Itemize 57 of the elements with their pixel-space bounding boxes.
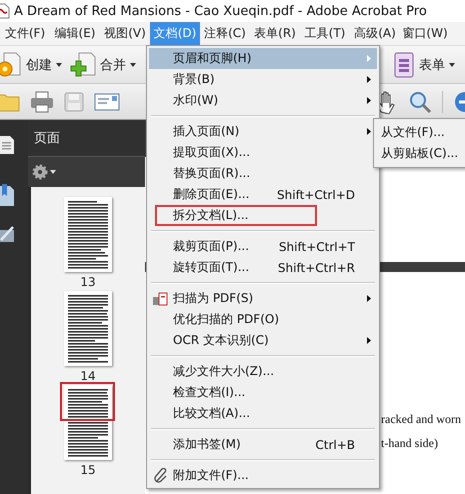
zoom-out-icon[interactable] [453,90,465,112]
menu-item[interactable]: OCR 文本识别(C) [149,330,377,351]
document-text: t-hand side) [381,436,438,451]
envelope-icon[interactable] [94,92,120,112]
menu-item[interactable]: 比较文档(A)... [149,403,377,424]
page-number: 14 [80,369,96,383]
menu-item[interactable]: 插入页面(N) [149,121,377,142]
page-thumbnail[interactable] [64,385,112,460]
caret-icon [130,62,136,66]
paperclip-icon [154,468,168,484]
menu-item[interactable]: 背景(B) [149,69,377,90]
caret-icon[interactable] [50,170,56,174]
menu-item[interactable]: 检查文档(I)... [149,382,377,403]
document-gear-icon [0,50,22,78]
zoom-icon[interactable] [408,90,432,114]
document-plus-icon [70,50,96,78]
menu-bar-item[interactable]: 窗口(W) [400,22,450,45]
toolbar-button[interactable]: 合并 [68,50,138,78]
page-thumbnail[interactable] [64,197,112,272]
menu-item[interactable]: 裁剪页面(P)... Shift+Ctrl+T [149,236,377,257]
page-thumbnail[interactable] [64,291,112,366]
signature-icon[interactable] [0,224,14,244]
menu-item[interactable]: 附加文件(F)... [149,465,377,486]
page-number: 13 [80,275,96,289]
toolbar-button[interactable]: 表单 [391,52,457,78]
bookmark-icon[interactable] [0,184,14,206]
menu-item[interactable]: 拆分文档(L)... [149,205,377,226]
menu-item[interactable]: 页眉和页脚(H) [149,48,377,69]
menu-item[interactable]: 提取页面(X)... [149,142,377,163]
menu-item[interactable]: 删除页面(E)... Shift+Ctrl+D [149,184,377,205]
menu-bar-item[interactable]: 视图(V) [100,22,150,45]
menu-bar-item[interactable]: 工具(T) [300,22,350,45]
gear-icon[interactable] [32,164,48,180]
document-text: racked and worn [381,412,461,427]
menu-item[interactable]: 添加书签(M) Ctrl+B [149,434,377,455]
window-title: A Dream of Red Mansions - Cao Xueqin.pdf - Adobe Acrobat Pro [14,4,427,18]
menu-item[interactable]: 从剪贴板(C)... [374,143,465,164]
menu-item[interactable]: 扫描为 PDF(S) [149,288,377,309]
menu-bar-item[interactable]: 文件(F) [0,22,50,45]
scanner-icon [153,292,169,306]
form-document-icon [393,52,415,78]
menu-item[interactable]: 优化扫描的 PDF(O) [149,309,377,330]
caret-icon [449,62,455,66]
page-number: 15 [80,463,96,477]
pages-icon[interactable] [0,134,14,154]
menu-item[interactable]: 从文件(F)... [374,122,465,143]
menu-bar-item[interactable]: 高级(A) [350,22,400,45]
menu-item[interactable]: 替换页面(R)... [149,163,377,184]
menu-bar-item[interactable]: 编辑(E) [50,22,100,45]
printer-icon[interactable] [30,90,54,112]
menu-bar-item[interactable]: 注释(C) [200,22,250,45]
menu-bar-item[interactable]: 表单(R) [250,22,300,45]
menu-item[interactable]: 旋转页面(T)... Shift+Ctrl+R [149,257,377,278]
toolbar-button[interactable]: 创建 [0,50,64,78]
caret-icon [56,62,62,66]
menu-item[interactable]: 减少文件大小(Z)... [149,361,377,382]
panel-title: 页面 [34,130,60,147]
